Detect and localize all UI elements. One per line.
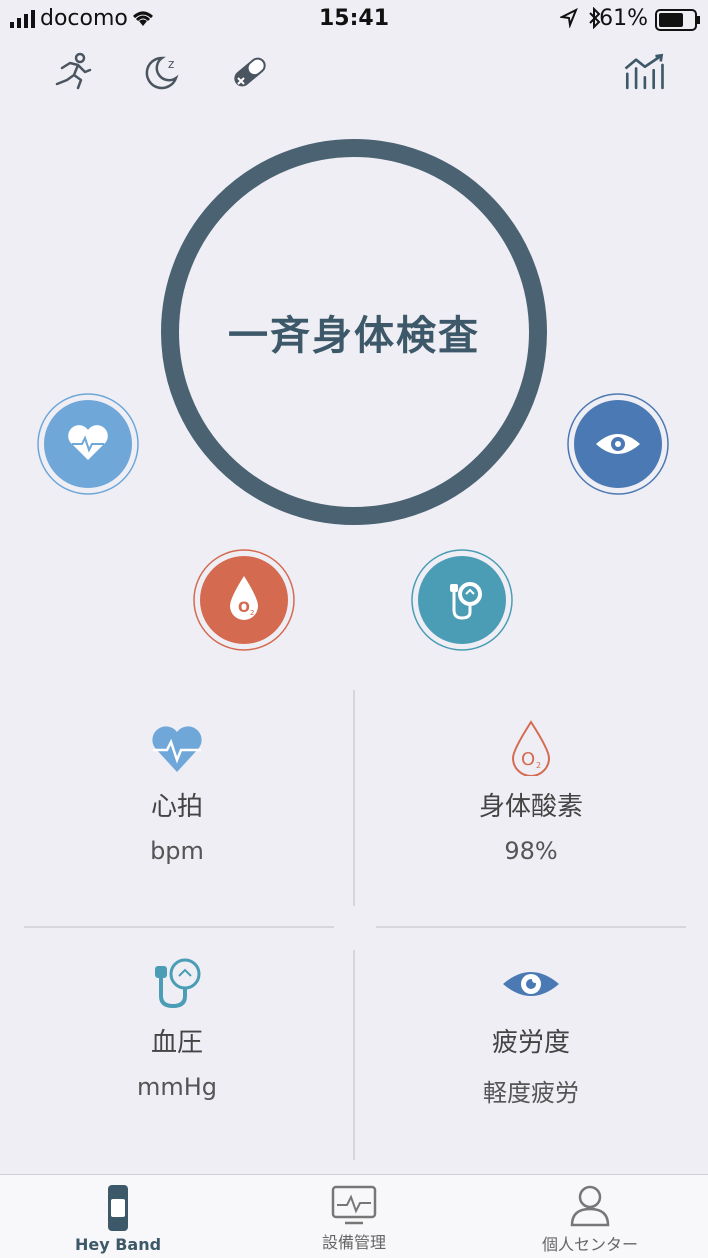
heart-rate-label: 心拍 <box>150 792 203 822</box>
sleep-icon[interactable]: z <box>140 50 184 94</box>
tab-bar: Hey Band 設備管理 個人センター <box>0 1174 708 1258</box>
fatigue-eye-icon <box>503 972 559 996</box>
heart-rate-icon <box>152 726 202 772</box>
metrics-grid: 心拍 bpm O 2 身体酸素 98% 血圧 mmHg 疲労度 軽度疲労 <box>0 690 708 1160</box>
location-icon <box>560 8 578 28</box>
blood-oxygen-label: 身体酸素 <box>478 792 583 822</box>
tab-label: Hey Band <box>74 1235 162 1254</box>
person-icon <box>570 1185 610 1227</box>
fatigue-card[interactable]: 疲労度 軽度疲労 <box>354 956 708 1108</box>
fatigue-label: 疲労度 <box>491 1028 570 1058</box>
grid-divider-horizontal-left <box>24 926 334 928</box>
fatigue-eye-button[interactable] <box>566 392 670 496</box>
svg-text:2: 2 <box>536 761 541 770</box>
heart-rate-button[interactable] <box>36 392 140 496</box>
svg-text:O: O <box>238 600 250 616</box>
tab-label: 個人センター <box>541 1235 638 1254</box>
battery-percent: 61% <box>599 6 648 31</box>
tab-label: 設備管理 <box>321 1233 386 1252</box>
blood-oxygen-button[interactable]: O 2 <box>192 548 296 652</box>
blood-pressure-button[interactable] <box>410 548 514 652</box>
running-icon[interactable] <box>50 50 94 94</box>
blood-oxygen-value: 98% <box>504 837 558 865</box>
full-checkup-button[interactable]: 一斉身体検査 <box>160 138 548 526</box>
tab-hey-band[interactable]: Hey Band <box>0 1175 236 1258</box>
blood-oxygen-card[interactable]: O 2 身体酸素 98% <box>354 720 708 865</box>
status-bar: docomo 15:41 61% <box>0 0 708 40</box>
fatigue-value: 軽度疲労 <box>483 1079 579 1107</box>
heart-rate-card[interactable]: 心拍 bpm <box>0 720 354 865</box>
heart-rate-value: bpm <box>150 837 204 865</box>
stats-chart-icon[interactable] <box>622 50 666 94</box>
grid-divider-horizontal-right <box>376 926 686 928</box>
svg-text:2: 2 <box>250 609 254 617</box>
svg-text:O: O <box>521 749 535 770</box>
tab-personal-center[interactable]: 個人センター <box>472 1175 708 1258</box>
svg-text:z: z <box>168 57 174 71</box>
band-icon <box>108 1185 128 1231</box>
device-monitor-icon <box>331 1185 377 1225</box>
battery-icon <box>655 9 700 31</box>
pill-icon[interactable] <box>228 50 272 94</box>
blood-oxygen-icon: O 2 <box>511 720 551 776</box>
checkup-title: 一斉身体検査 <box>228 313 480 359</box>
blood-pressure-icon <box>155 958 201 1009</box>
blood-pressure-label: 血圧 <box>150 1028 203 1058</box>
blood-pressure-value: mmHg <box>136 1073 218 1101</box>
tab-device-management[interactable]: 設備管理 <box>236 1175 472 1258</box>
blood-pressure-card[interactable]: 血圧 mmHg <box>0 956 354 1101</box>
